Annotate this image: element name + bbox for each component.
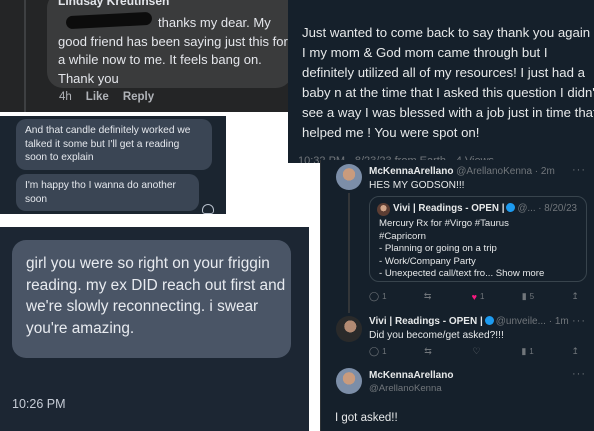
facebook-comment-panel: Lindsay Kreutinsen thanks my dear. My go… <box>0 0 298 112</box>
reply-action[interactable]: ◯ 1 <box>369 291 387 302</box>
more-options-icon[interactable]: ··· <box>572 368 586 380</box>
reply-action[interactable]: ◯ 1 <box>369 346 387 357</box>
twitter-thread-panel: McKennaArellano @ArellanoKenna · 2m ··· … <box>320 160 594 431</box>
tweet-text: I got asked!! <box>335 412 398 424</box>
retweet-action[interactable]: ⇆ <box>424 346 435 357</box>
tweet-text: HES MY GODSON!!! <box>369 180 465 191</box>
retweet-icon: ⇆ <box>424 346 432 356</box>
show-more-link[interactable]: Show more <box>496 268 545 279</box>
retweet-action[interactable]: ⇆ <box>424 291 435 302</box>
verified-badge-icon <box>506 203 516 212</box>
reply-icon: ◯ <box>369 291 380 301</box>
tweet-actions: ◯ 1 ⇆ ♡ ▮ 1 ↥ <box>369 346 579 357</box>
like-button[interactable]: Like <box>86 91 109 103</box>
thread-line <box>24 0 26 112</box>
like-action[interactable]: ♡ <box>473 346 484 357</box>
comment-author[interactable]: Lindsay Kreutinsen <box>58 0 169 8</box>
react-heart-icon[interactable] <box>202 204 214 214</box>
tweet-reply-panel: Just wanted to come back to say thank yo… <box>288 0 594 163</box>
tweet-author[interactable]: Vivi | Readings - OPEN | @unveile... · 1m <box>369 316 569 327</box>
views-icon: ▮ <box>521 346 527 356</box>
tweet-handle: @ArellanoKenna <box>369 383 442 394</box>
tweet-text: Did you become/get asked?!!! <box>369 330 504 341</box>
reply-icon: ◯ <box>369 346 380 356</box>
tweet-author[interactable]: McKennaArellano @ArellanoKenna · 2m <box>369 166 555 177</box>
tweet-author[interactable]: McKennaArellano <box>369 370 453 381</box>
imessage-panel: girl you were so right on your friggin r… <box>0 227 309 431</box>
avatar <box>377 203 390 216</box>
views-icon: ▮ <box>521 291 527 301</box>
tweet-handle: @unveile... · 1m <box>495 316 569 327</box>
retweet-icon: ⇆ <box>423 291 432 301</box>
message-text: girl you were so right on your friggin r… <box>26 255 286 337</box>
message-bubble[interactable]: And that candle definitely worked we tal… <box>16 119 212 170</box>
heart-icon: ♥ <box>471 291 477 302</box>
like-action[interactable]: ♥ 1 <box>472 291 485 302</box>
verified-badge-icon <box>484 316 494 325</box>
comment-meta: 4h Like Reply <box>59 91 154 103</box>
tweet-handle: @ArellanoKenna · 2m <box>456 166 555 177</box>
message-time: 10:26 PM <box>12 397 66 411</box>
more-options-icon[interactable]: ··· <box>572 315 586 327</box>
views-action[interactable]: ▮ 1 <box>521 346 533 357</box>
share-action[interactable]: ↥ <box>571 346 579 357</box>
heart-icon: ♡ <box>472 346 481 356</box>
share-action[interactable]: ↥ <box>571 291 579 302</box>
views-action[interactable]: ▮ 5 <box>522 291 534 302</box>
tweet-text: Just wanted to come back to say thank yo… <box>302 25 594 140</box>
messenger-panel: And that candle definitely worked we tal… <box>0 116 226 214</box>
avatar[interactable] <box>336 368 362 394</box>
avatar[interactable] <box>336 316 362 342</box>
more-options-icon[interactable]: ··· <box>572 164 586 176</box>
avatar[interactable] <box>336 164 362 190</box>
reply-button[interactable]: Reply <box>123 91 154 103</box>
comment-time[interactable]: 4h <box>59 91 72 103</box>
share-icon: ↥ <box>571 346 579 356</box>
tweet-actions: ◯ 1 ⇆ ♥ 1 ▮ 5 ↥ <box>369 291 579 302</box>
message-bubble[interactable]: I'm happy tho I wanna do another soon <box>16 174 199 211</box>
share-icon: ↥ <box>571 291 579 301</box>
quoted-tweet-author: Vivi | Readings - OPEN | @... · 8/20/23 <box>393 203 577 214</box>
quoted-tweet-text: Mercury Rx for #Virgo #Taurus #Capricorn… <box>379 218 545 280</box>
thread-line <box>348 193 350 313</box>
